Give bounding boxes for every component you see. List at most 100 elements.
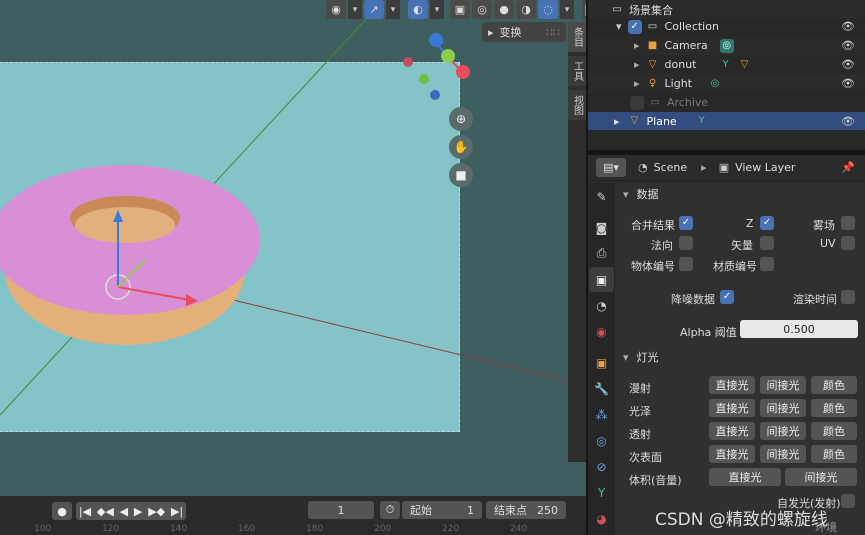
chevron-down-icon[interactable]: ▾: [386, 0, 400, 19]
play-reverse-icon[interactable]: ◀: [120, 505, 128, 518]
vector-checkbox[interactable]: [760, 236, 774, 250]
3d-viewport[interactable]: ◉ ▾ ↗ ▾ ◐ ▾ ▣ ◎ ● ◑ ◌ ▾ ❚❚ ▸ 变换 ∷∷ 条目 工具…: [0, 0, 586, 496]
tab-view[interactable]: 视图: [568, 90, 586, 120]
wireframe-shading-icon[interactable]: ◎: [472, 0, 492, 19]
expand-arrow-icon[interactable]: ▾: [616, 20, 622, 33]
rendered-shading-icon[interactable]: ◌: [538, 0, 558, 19]
jump-end-icon[interactable]: ▶|: [171, 505, 183, 518]
transmission-indirect-button[interactable]: 间接光: [760, 422, 806, 440]
alpha-threshold-slider[interactable]: 0.500: [740, 320, 858, 338]
end-frame-field[interactable]: 结束点 250: [486, 501, 566, 519]
data-icon[interactable]: Y: [589, 480, 614, 505]
modifier-icon[interactable]: ▽: [738, 58, 752, 72]
transform-panel[interactable]: ▸ 变换 ∷∷: [482, 22, 566, 42]
visibility-eye-icon[interactable]: 👁: [841, 115, 855, 128]
uv-checkbox[interactable]: [841, 236, 855, 250]
view-layer-label[interactable]: View Layer: [735, 161, 795, 174]
outliner-row-plane[interactable]: ▸ ▽ Plane Y 👁: [588, 112, 865, 130]
glossy-color-button[interactable]: 颜色: [811, 399, 857, 417]
frame-ruler[interactable]: 100 120 140 160 180 200 220 240: [0, 524, 586, 535]
prev-key-icon[interactable]: ◆◀: [97, 505, 114, 518]
scene-icon[interactable]: ◔: [589, 293, 614, 318]
tab-tool[interactable]: 工具: [568, 56, 586, 86]
tab-item[interactable]: 条目: [568, 22, 586, 52]
record-icon[interactable]: ●: [52, 502, 72, 520]
expand-arrow-icon[interactable]: ▸: [634, 58, 640, 71]
current-frame-field[interactable]: 1: [308, 501, 374, 519]
subsurface-direct-button[interactable]: 直接光: [709, 445, 755, 463]
subsurface-color-button[interactable]: 颜色: [811, 445, 857, 463]
combined-checkbox[interactable]: ✓: [679, 216, 693, 230]
light-section-header[interactable]: ▾ 灯光: [615, 346, 865, 368]
volume-direct-button[interactable]: 直接光: [709, 468, 781, 486]
solid-shading-icon[interactable]: ●: [494, 0, 514, 19]
data-section-header[interactable]: ▾ 数据: [615, 183, 865, 205]
xray-icon[interactable]: ▣: [450, 0, 470, 19]
diffuse-direct-button[interactable]: 直接光: [709, 376, 755, 394]
render-icon[interactable]: ◙: [589, 215, 614, 240]
jump-start-icon[interactable]: |◀: [79, 505, 91, 518]
mesh-data-icon[interactable]: Y: [695, 114, 709, 128]
z-checkbox[interactable]: ✓: [760, 216, 774, 230]
material-index-checkbox[interactable]: [760, 257, 774, 271]
expand-arrow-icon[interactable]: ▸: [634, 77, 640, 90]
outliner-row-camera[interactable]: ▸ ■ Camera ◎ 👁: [588, 36, 865, 55]
visibility-eye-icon[interactable]: 👁: [841, 58, 855, 71]
tool-icon[interactable]: ✎: [589, 184, 614, 209]
chevron-down-icon[interactable]: ▾: [348, 0, 362, 19]
visibility-icon[interactable]: ◉: [326, 0, 346, 19]
camera-icon[interactable]: ■: [449, 163, 473, 187]
outliner-row-donut[interactable]: ▸ ▽ donut Y ▽ 👁: [588, 55, 865, 74]
glossy-direct-button[interactable]: 直接光: [709, 399, 755, 417]
visibility-eye-icon[interactable]: 👁: [841, 20, 855, 33]
scene-label[interactable]: Scene: [654, 161, 688, 174]
outliner-row-light[interactable]: ▸ ♀ Light ◎ 👁: [588, 74, 865, 93]
exclude-checkbox[interactable]: ✓: [627, 19, 642, 34]
output-icon[interactable]: ⎙: [589, 241, 614, 266]
visibility-eye-icon[interactable]: 👁: [841, 77, 855, 90]
diffuse-color-button[interactable]: 颜色: [811, 376, 857, 394]
subsurface-indirect-button[interactable]: 间接光: [760, 445, 806, 463]
render-time-checkbox[interactable]: [841, 290, 855, 304]
clock-icon[interactable]: ⏱: [380, 501, 400, 519]
emission-checkbox[interactable]: [841, 494, 855, 508]
zoom-icon[interactable]: ⊕: [449, 107, 473, 131]
drag-handle-icon[interactable]: ∷∷: [546, 26, 560, 39]
mist-checkbox[interactable]: [841, 216, 855, 230]
chevron-down-icon[interactable]: ▾: [430, 0, 444, 19]
view-layer-icon[interactable]: ▣: [589, 267, 614, 292]
expand-arrow-icon[interactable]: ▸: [614, 115, 620, 128]
chevron-down-icon[interactable]: ▾: [560, 0, 574, 19]
pin-icon[interactable]: 📌: [841, 161, 855, 174]
object-index-checkbox[interactable]: [679, 257, 693, 271]
overlay-icon[interactable]: ◐: [408, 0, 428, 19]
modifier-icon[interactable]: 🔧: [589, 376, 614, 401]
editor-type-icon[interactable]: ▤▾: [596, 158, 626, 177]
denoise-checkbox[interactable]: ✓: [720, 290, 734, 304]
visibility-eye-icon[interactable]: 👁: [841, 39, 855, 52]
play-icon[interactable]: ▶: [134, 505, 142, 518]
gizmo-icon[interactable]: ↗: [364, 0, 384, 19]
light-data-icon[interactable]: ◎: [708, 77, 722, 91]
transmission-direct-button[interactable]: 直接光: [709, 422, 755, 440]
hand-icon[interactable]: ✋: [449, 135, 473, 159]
world-icon[interactable]: ◉: [589, 319, 614, 344]
physics-icon[interactable]: ◎: [589, 428, 614, 453]
glossy-indirect-button[interactable]: 间接光: [760, 399, 806, 417]
start-frame-field[interactable]: 起始 1: [402, 501, 482, 519]
mesh-data-icon[interactable]: Y: [719, 58, 733, 72]
transmission-color-button[interactable]: 颜色: [811, 422, 857, 440]
volume-indirect-button[interactable]: 间接光: [785, 468, 857, 486]
particles-icon[interactable]: ⁂: [589, 402, 614, 427]
next-key-icon[interactable]: ▶◆: [148, 505, 165, 518]
constraints-icon[interactable]: ⊘: [589, 454, 614, 479]
material-icon[interactable]: ◕: [589, 506, 614, 531]
material-shading-icon[interactable]: ◑: [516, 0, 536, 19]
exclude-checkbox[interactable]: [630, 95, 644, 110]
outliner-row-archive[interactable]: ▭ Archive: [588, 93, 865, 112]
diffuse-indirect-button[interactable]: 间接光: [760, 376, 806, 394]
outliner-row-collection[interactable]: ▾ ✓ ▭ Collection 👁: [588, 17, 865, 36]
normal-checkbox[interactable]: [679, 236, 693, 250]
object-icon[interactable]: ▣: [589, 350, 614, 375]
camera-data-icon[interactable]: ◎: [719, 38, 734, 53]
